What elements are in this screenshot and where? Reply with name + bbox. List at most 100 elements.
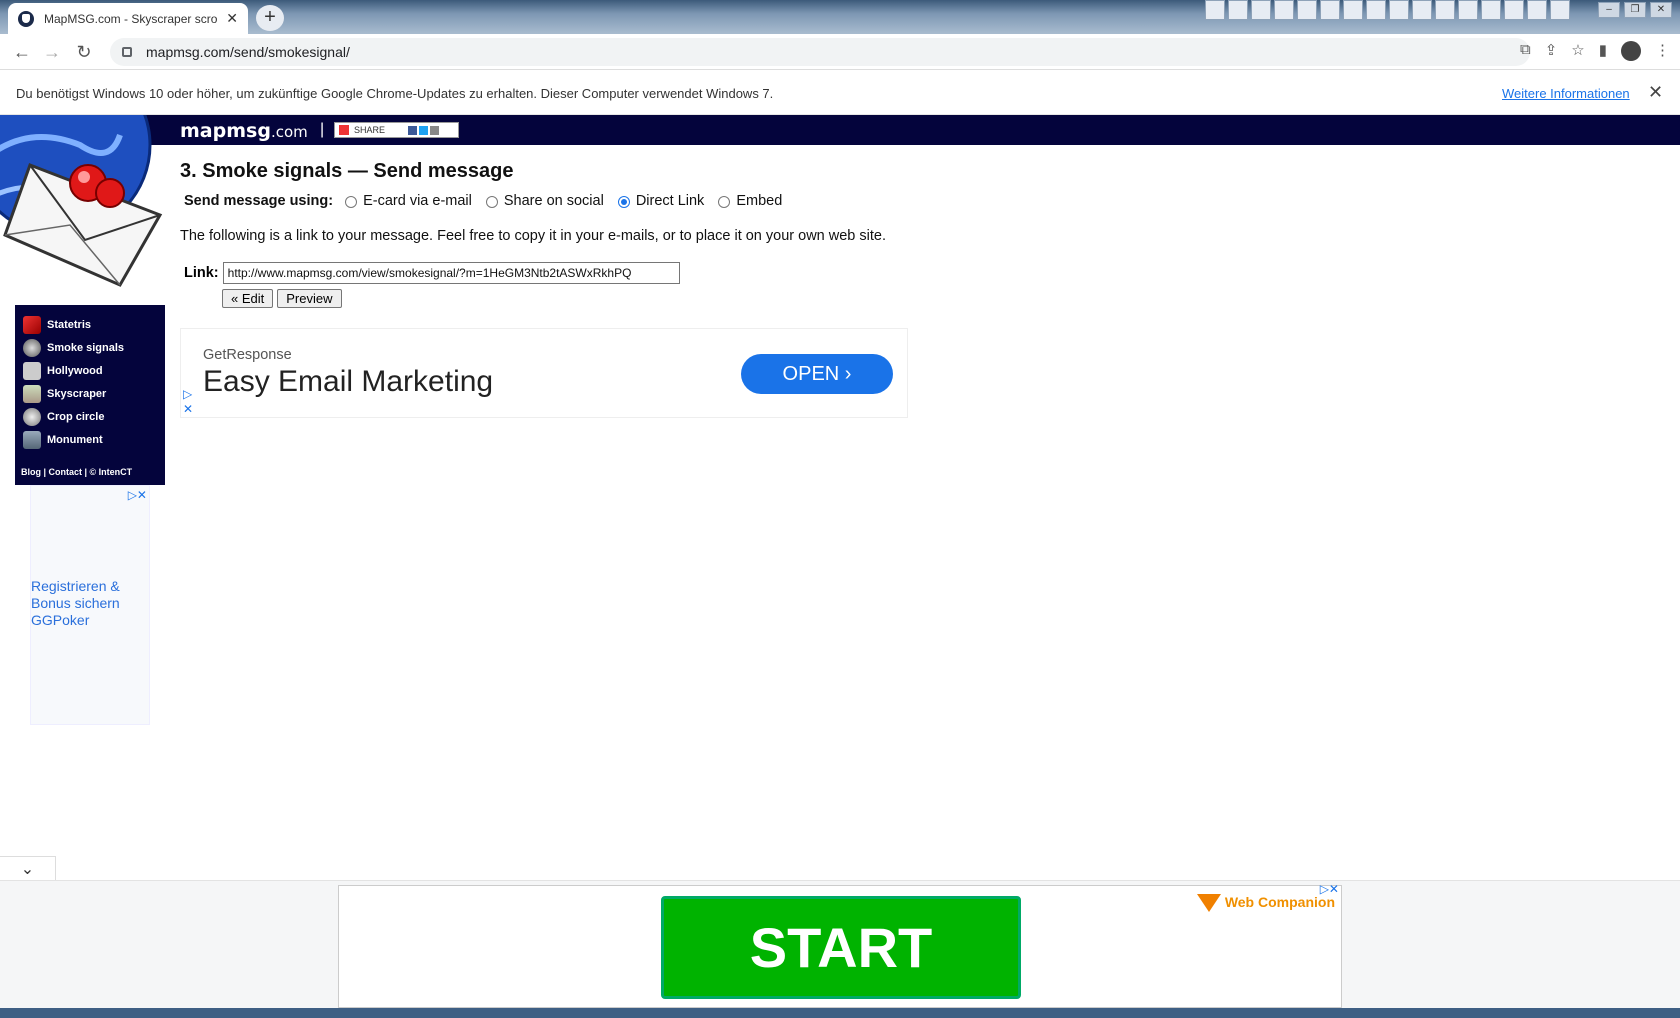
adchoices-icon[interactable]: ▷	[183, 387, 192, 401]
edit-button[interactable]: « Edit	[222, 289, 274, 308]
option-embed[interactable]: Embed	[718, 193, 782, 209]
site-brand[interactable]: mapmsg.com	[180, 120, 308, 142]
infobar-message: Du benötigst Windows 10 oder höher, um z…	[16, 86, 774, 101]
app-icon[interactable]	[1343, 0, 1363, 20]
header-divider: |	[320, 121, 325, 138]
facebook-icon	[408, 125, 418, 135]
sidebar-ad[interactable]: ▷✕ Registrieren & Bonus sichern GGPoker	[30, 485, 150, 725]
share-button[interactable]: SHARE	[334, 122, 459, 138]
share-icon[interactable]: ⇪	[1545, 41, 1558, 61]
url-text: mapmsg.com/send/smokesignal/	[146, 44, 350, 60]
app-icon[interactable]	[1320, 0, 1340, 20]
maximize-icon[interactable]: ❐	[1624, 2, 1646, 18]
adchoices-icon[interactable]: ▷✕	[128, 488, 147, 502]
browser-toolbar: ← → ↻ mapmsg.com/send/smokesignal/ ⧉ ⇪ ☆…	[0, 34, 1680, 70]
preview-button[interactable]: Preview	[277, 289, 342, 308]
radio-ecard[interactable]	[345, 196, 358, 208]
window-controls: – ❐ ✕	[1598, 2, 1672, 18]
brand-name: mapmsg	[180, 120, 271, 142]
sidebar-ad-text[interactable]: Registrieren & Bonus sichern GGPoker	[31, 578, 120, 629]
radio-social[interactable]	[485, 196, 498, 208]
ad-line: Registrieren &	[31, 578, 120, 594]
app-icon[interactable]	[1550, 0, 1570, 20]
collapse-chevron-icon[interactable]: ⌄	[0, 856, 56, 882]
sidebar-item-crop-circle[interactable]: Crop circle	[15, 405, 165, 428]
option-direct-link[interactable]: Direct Link	[617, 193, 704, 209]
reload-icon[interactable]: ↻	[72, 41, 96, 63]
hollywood-icon	[23, 361, 41, 380]
sidebar-item-label: Skyscraper	[47, 387, 107, 400]
sidebar-item-skyscraper[interactable]: Skyscraper	[15, 382, 165, 405]
profile-avatar[interactable]	[1621, 41, 1641, 61]
ad-banner[interactable]: GetResponse Easy Email Marketing OPEN › …	[180, 328, 908, 418]
ad-close-icon[interactable]: ✕	[183, 402, 193, 416]
link-field[interactable]	[222, 262, 680, 284]
twitter-icon	[419, 125, 429, 135]
ad-headline: Easy Email Marketing	[203, 365, 494, 398]
statetris-icon	[23, 315, 41, 334]
web-companion-icon	[1196, 894, 1221, 913]
forward-icon[interactable]: →	[40, 41, 64, 63]
web-companion-logo: Web Companion	[1196, 894, 1335, 913]
start-button[interactable]: START	[661, 896, 1021, 999]
radio-embed[interactable]	[718, 196, 731, 208]
brand-suffix: .com	[270, 123, 308, 141]
update-infobar: Du benötigst Windows 10 oder höher, um z…	[0, 71, 1680, 115]
option-social[interactable]: Share on social	[485, 193, 604, 209]
link-row: Link:	[184, 262, 680, 284]
app-icon[interactable]	[1251, 0, 1271, 20]
app-icon[interactable]	[1527, 0, 1547, 20]
option-ecard[interactable]: E-card via e-mail	[345, 193, 472, 209]
sidebar-item-label: Hollywood	[47, 364, 103, 377]
address-bar[interactable]: mapmsg.com/send/smokesignal/	[110, 38, 1530, 66]
close-tab-icon[interactable]: ✕	[226, 10, 238, 27]
sidebar-nav: Statetris Smoke signals Hollywood Skyscr…	[15, 305, 165, 485]
ad-line: GGPoker	[31, 612, 90, 628]
tab-title: MapMSG.com - Skyscraper scroll	[44, 11, 219, 26]
app-icon[interactable]	[1389, 0, 1409, 20]
sidebar-item-smoke-signals[interactable]: Smoke signals	[15, 336, 165, 359]
menu-dots-icon[interactable]: ⋮	[1655, 41, 1670, 61]
minimize-icon[interactable]: –	[1598, 2, 1620, 18]
app-icon[interactable]	[1297, 0, 1317, 20]
infobar-more-link[interactable]: Weitere Informationen	[1502, 86, 1630, 101]
app-icon[interactable]	[1412, 0, 1432, 20]
windows-taskbar	[0, 1008, 1680, 1018]
mapmsg-logo[interactable]	[0, 115, 165, 295]
link-label: Link:	[184, 265, 219, 281]
new-tab-button[interactable]: +	[256, 5, 284, 31]
bottom-ad[interactable]: START Web Companion ▷✕	[338, 882, 1342, 1008]
sidebar-item-label: Crop circle	[47, 410, 105, 423]
tab-strip: MapMSG.com - Skyscraper scroll ✕ + – ❐ ✕	[0, 0, 1680, 34]
sidebar-footer-links[interactable]: Blog | Contact | © IntenCT	[21, 467, 132, 477]
ad-open-label: OPEN	[782, 363, 840, 385]
app-icon[interactable]	[1481, 0, 1501, 20]
skyscraper-icon	[23, 384, 41, 403]
radio-direct-link[interactable]	[617, 196, 630, 208]
app-icon[interactable]	[1435, 0, 1455, 20]
app-icon[interactable]	[1274, 0, 1294, 20]
back-icon[interactable]: ←	[10, 41, 34, 63]
sidebar-item-monument[interactable]: Monument	[15, 428, 165, 451]
app-icon[interactable]	[1504, 0, 1524, 20]
app-icon[interactable]	[1458, 0, 1478, 20]
quick-launch-icons	[1205, 0, 1570, 20]
app-icon[interactable]	[1228, 0, 1248, 20]
sidebar-item-statetris[interactable]: Statetris	[15, 313, 165, 336]
browser-tab[interactable]: MapMSG.com - Skyscraper scroll ✕	[8, 3, 248, 34]
ad-close-icon[interactable]: ▷✕	[1320, 882, 1339, 896]
link-description: The following is a link to your message.…	[180, 228, 886, 244]
side-panel-icon[interactable]: ▮	[1599, 41, 1607, 61]
bookmark-star-icon[interactable]: ☆	[1571, 41, 1584, 61]
infobar-close-icon[interactable]: ✕	[1648, 82, 1663, 103]
ad-open-button[interactable]: OPEN ›	[741, 354, 893, 394]
app-icon[interactable]	[1366, 0, 1386, 20]
ad-line: Bonus sichern	[31, 595, 120, 611]
app-icon[interactable]	[1205, 0, 1225, 20]
share-network-icons	[408, 125, 440, 135]
sidebar-item-hollywood[interactable]: Hollywood	[15, 359, 165, 382]
translate-icon[interactable]: ⧉	[1520, 41, 1531, 61]
toolbar-actions: ⧉ ⇪ ☆ ▮ ⋮	[1520, 41, 1670, 61]
close-window-icon[interactable]: ✕	[1650, 2, 1672, 18]
lock-icon[interactable]	[122, 47, 132, 57]
